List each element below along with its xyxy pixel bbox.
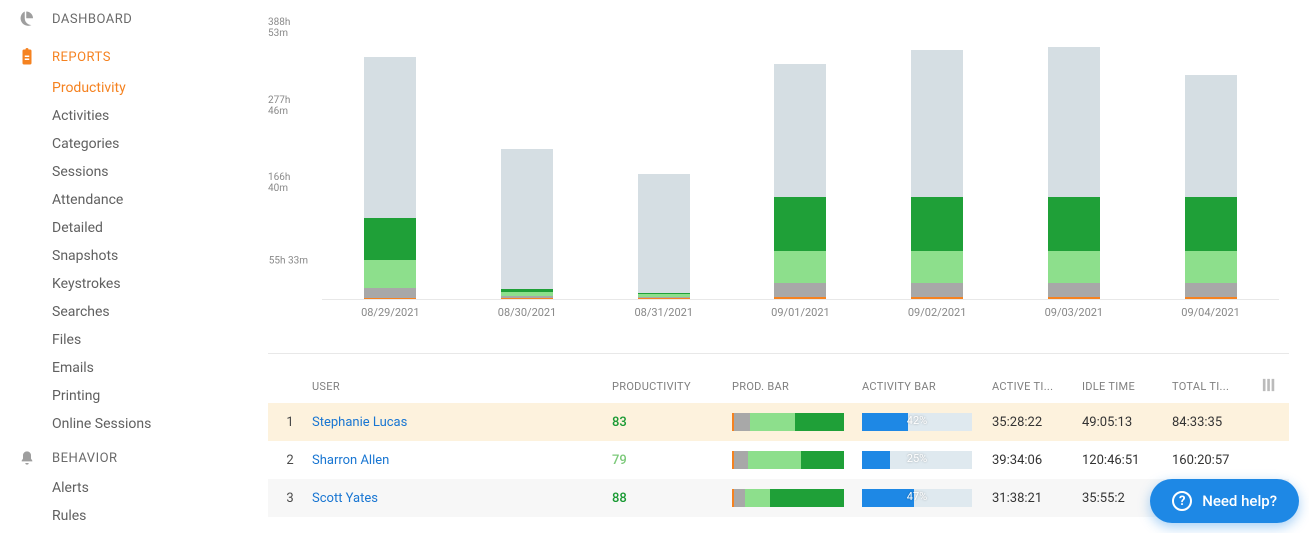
- nav-behavior[interactable]: BEHAVIOR: [0, 442, 228, 474]
- x-label: 09/03/2021: [1044, 306, 1104, 319]
- prod-bar: [732, 451, 844, 469]
- sidebar-item-files[interactable]: Files: [0, 326, 228, 354]
- main-content: 388h 53m 277h 46m 166h 40m 55h 33m 08/29/20…: [228, 0, 1309, 533]
- need-help-button[interactable]: ? Need help?: [1150, 479, 1299, 523]
- sidebar-item-snapshots[interactable]: Snapshots: [0, 242, 228, 270]
- x-label: 09/04/2021: [1181, 306, 1241, 319]
- active-time: 35:28:22: [992, 415, 1082, 430]
- col-idle-time[interactable]: IDLE TIME: [1082, 380, 1172, 393]
- chart-bar[interactable]: [501, 149, 553, 299]
- sidebar-item-detailed[interactable]: Detailed: [0, 214, 228, 242]
- nav-behavior-label: BEHAVIOR: [52, 451, 118, 466]
- user-link[interactable]: Stephanie Lucas: [312, 415, 407, 430]
- chart-bar[interactable]: [1048, 47, 1100, 299]
- x-label: 09/02/2021: [907, 306, 967, 319]
- sidebar: DASHBOARD REPORTS ProductivityActivities…: [0, 0, 228, 533]
- question-icon: ?: [1172, 491, 1192, 511]
- y-tick: 277h 46m: [268, 95, 308, 117]
- nav-dashboard[interactable]: DASHBOARD: [0, 2, 228, 36]
- sidebar-item-sessions[interactable]: Sessions: [0, 158, 228, 186]
- nav-reports-label: REPORTS: [52, 50, 111, 65]
- x-label: 08/31/2021: [634, 306, 694, 319]
- y-tick: 55h 33m: [269, 256, 308, 267]
- prod-bar: [732, 413, 844, 431]
- sidebar-item-alerts[interactable]: Alerts: [0, 474, 228, 502]
- productivity-chart: 388h 53m 277h 46m 166h 40m 55h 33m 08/29/20…: [268, 0, 1289, 335]
- column-settings-icon[interactable]: [1262, 378, 1280, 395]
- chart-bar[interactable]: [364, 57, 416, 299]
- row-number: 2: [268, 453, 312, 468]
- idle-time: 49:05:13: [1082, 415, 1172, 430]
- activity-bar: 47%: [862, 489, 972, 507]
- activity-bar: 25%: [862, 451, 972, 469]
- prod-bar: [732, 489, 844, 507]
- active-time: 31:38:21: [992, 491, 1082, 506]
- sidebar-item-keystrokes[interactable]: Keystrokes: [0, 270, 228, 298]
- chart-bar[interactable]: [774, 64, 826, 299]
- chart-bar[interactable]: [1185, 75, 1237, 299]
- clipboard-icon: [16, 48, 38, 66]
- y-tick: 388h 53m: [268, 17, 308, 39]
- sidebar-item-searches[interactable]: Searches: [0, 298, 228, 326]
- table-row[interactable]: 2Sharron Allen 79 25% 39:34:06120:46:51160:…: [268, 441, 1289, 479]
- active-time: 39:34:06: [992, 453, 1082, 468]
- chart-bar[interactable]: [638, 174, 690, 299]
- x-label: 09/01/2021: [770, 306, 830, 319]
- x-label: 08/29/2021: [360, 306, 420, 319]
- sidebar-item-categories[interactable]: Categories: [0, 130, 228, 158]
- activity-bar: 42%: [862, 413, 972, 431]
- sidebar-item-emails[interactable]: Emails: [0, 354, 228, 382]
- total-time: 84:33:35: [1172, 415, 1262, 430]
- sidebar-item-attendance[interactable]: Attendance: [0, 186, 228, 214]
- row-number: 3: [268, 491, 312, 506]
- user-link[interactable]: Sharron Allen: [312, 453, 389, 468]
- total-time: 160:20:57: [1172, 453, 1262, 468]
- col-user[interactable]: USER: [312, 380, 612, 393]
- nav-dashboard-label: DASHBOARD: [52, 12, 132, 27]
- row-number: 1: [268, 415, 312, 430]
- productivity-value: 88: [612, 491, 732, 506]
- chart-bar[interactable]: [911, 50, 963, 299]
- idle-time: 120:46:51: [1082, 453, 1172, 468]
- y-tick: 166h 40m: [268, 172, 308, 194]
- x-label: 08/30/2021: [497, 306, 557, 319]
- sidebar-item-productivity[interactable]: Productivity: [0, 74, 228, 102]
- table-row[interactable]: 1Stephanie Lucas 83 42% 35:28:2249:05:1384:…: [268, 403, 1289, 441]
- col-total-time[interactable]: TOTAL TI...: [1172, 380, 1262, 393]
- col-prod-bar[interactable]: PROD. BAR: [732, 380, 862, 393]
- user-link[interactable]: Scott Yates: [312, 491, 378, 506]
- sidebar-item-activities[interactable]: Activities: [0, 102, 228, 130]
- table-header: USER PRODUCTIVITY PROD. BAR ACTIVITY BAR…: [268, 370, 1289, 403]
- need-help-label: Need help?: [1202, 492, 1277, 510]
- nav-reports[interactable]: REPORTS: [0, 40, 228, 74]
- bell-icon: [16, 450, 38, 466]
- col-activity-bar[interactable]: ACTIVITY BAR: [862, 380, 992, 393]
- pie-chart-icon: [16, 10, 38, 28]
- user-productivity-table: USER PRODUCTIVITY PROD. BAR ACTIVITY BAR…: [268, 370, 1289, 517]
- divider: [268, 353, 1289, 354]
- productivity-value: 83: [612, 415, 732, 430]
- col-productivity[interactable]: PRODUCTIVITY: [612, 380, 732, 393]
- table-row[interactable]: 3Scott Yates8847%31:38:2135:55:2: [268, 479, 1289, 517]
- sidebar-item-printing[interactable]: Printing: [0, 382, 228, 410]
- sidebar-item-rules[interactable]: Rules: [0, 502, 228, 530]
- productivity-value: 79: [612, 453, 732, 468]
- col-active-time[interactable]: ACTIVE TI...: [992, 380, 1082, 393]
- sidebar-item-online-sessions[interactable]: Online Sessions: [0, 410, 228, 438]
